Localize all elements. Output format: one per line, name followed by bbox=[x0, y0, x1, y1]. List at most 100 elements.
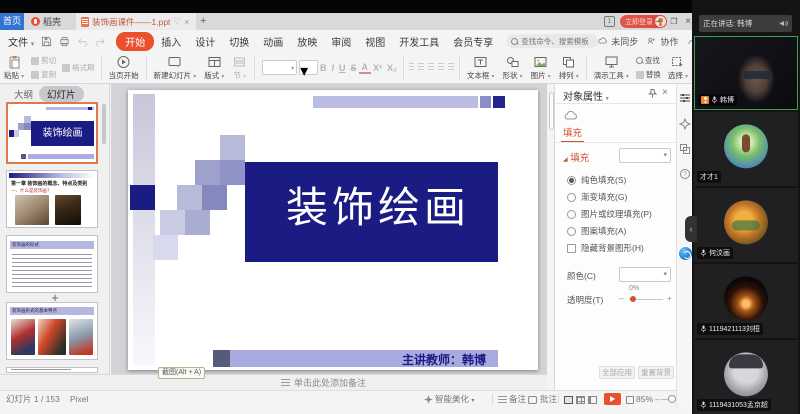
text-box-button[interactable]: 文本框 ▾ bbox=[463, 55, 499, 81]
fill-preset-dropdown[interactable] bbox=[619, 148, 671, 163]
shape-button[interactable]: 形状 ▾ bbox=[498, 55, 526, 81]
new-tab-button[interactable]: + bbox=[200, 15, 206, 27]
notes-toggle[interactable]: 备注 bbox=[498, 391, 526, 407]
pattern-fill-option[interactable]: 图案填充(A) bbox=[567, 225, 626, 237]
bullets-icon[interactable] bbox=[409, 63, 415, 72]
zoom-out-button[interactable]: – bbox=[655, 391, 660, 407]
redo-icon[interactable] bbox=[95, 36, 106, 47]
slide-thumbnail-3[interactable]: 装饰画的形式 bbox=[6, 235, 98, 293]
increase-indent-icon[interactable] bbox=[438, 63, 444, 72]
outline-tab[interactable]: 大纲 bbox=[14, 87, 33, 101]
zoom-fit[interactable]: 85% bbox=[626, 391, 653, 407]
cut-button[interactable]: 剪切 bbox=[31, 55, 56, 66]
slide-editing-area[interactable]: 装饰绘画 主讲教师：韩博 bbox=[111, 84, 547, 374]
section-button[interactable]: 节 ▾ bbox=[228, 55, 251, 81]
save-icon[interactable] bbox=[41, 36, 52, 47]
add-slide-button[interactable]: + bbox=[0, 290, 110, 306]
thumbnail-scrollbar[interactable] bbox=[102, 104, 106, 144]
hide-background-option[interactable]: 隐藏背景图形(H) bbox=[567, 242, 644, 254]
layout-button[interactable]: 版式 ▾ bbox=[200, 55, 228, 81]
copy-button[interactable]: 复制 bbox=[31, 69, 56, 80]
tab-view[interactable]: 视图 bbox=[358, 32, 392, 51]
tab-home[interactable]: 开始 bbox=[116, 32, 154, 51]
italic-button[interactable]: I bbox=[329, 63, 337, 73]
solid-fill-option[interactable]: 纯色填充(S) bbox=[567, 174, 626, 186]
home-tab[interactable]: 首页 bbox=[0, 13, 24, 30]
underline-button[interactable]: U bbox=[337, 63, 349, 73]
collaborate-button[interactable]: 协作 bbox=[647, 35, 678, 48]
reset-background-button[interactable]: 重置背景 bbox=[638, 366, 674, 379]
undo-icon[interactable] bbox=[77, 36, 88, 47]
tab-slideshow[interactable]: 放映 bbox=[290, 32, 324, 51]
zoom-slider-knob[interactable] bbox=[668, 395, 676, 403]
sidebar-collapse-handle[interactable]: ‹ bbox=[685, 216, 697, 242]
picture-fill-radio[interactable] bbox=[567, 210, 576, 219]
paste-button[interactable]: 粘贴 ▾ bbox=[0, 55, 28, 81]
strikethrough-button[interactable]: S bbox=[348, 63, 359, 73]
font-color-button[interactable]: A bbox=[359, 62, 371, 74]
slide-sorter-icon[interactable] bbox=[576, 396, 585, 404]
fill-tab[interactable]: 填充 bbox=[561, 125, 584, 143]
fill-section-header[interactable]: ◢ 填充 bbox=[563, 150, 589, 164]
participant-tile-3[interactable]: 何汶画 bbox=[694, 188, 798, 262]
slide-thumbnail-4[interactable]: 装饰画形式的基本特点 bbox=[6, 302, 98, 360]
tab-design[interactable]: 设计 bbox=[188, 32, 222, 51]
tab-close-icon[interactable]: × bbox=[184, 17, 189, 27]
font-size-select[interactable]: ▾ bbox=[299, 60, 317, 75]
sync-status[interactable]: 未同步 bbox=[598, 35, 638, 48]
presentation-tools-button[interactable]: 演示工具 ▾ bbox=[590, 55, 633, 81]
tab-animation[interactable]: 动画 bbox=[256, 32, 290, 51]
slide-footer-text[interactable]: 主讲教师：韩博 bbox=[402, 351, 486, 368]
apply-all-button[interactable]: 全部应用 bbox=[599, 366, 635, 379]
superscript-button[interactable]: X² bbox=[371, 63, 385, 73]
transparency-plus[interactable]: + bbox=[667, 293, 672, 303]
theme-name[interactable]: Pixel bbox=[70, 391, 88, 407]
pattern-fill-radio[interactable] bbox=[567, 227, 576, 236]
solid-fill-radio[interactable] bbox=[567, 176, 576, 185]
find-button[interactable]: 查找 bbox=[636, 55, 661, 66]
beautify-star-icon[interactable] bbox=[679, 118, 691, 130]
participant-tile-1[interactable]: 韩博 bbox=[694, 36, 798, 110]
slide-thumbnail-1[interactable]: 装饰绘画 bbox=[6, 102, 98, 164]
pin-icon[interactable] bbox=[647, 88, 658, 99]
smart-beautify-button[interactable]: 智能美化 ▾ bbox=[424, 391, 474, 407]
help-icon[interactable]: ? bbox=[679, 168, 691, 180]
replace-button[interactable]: 替换 bbox=[636, 69, 661, 80]
slides-tab[interactable]: 幻灯片 bbox=[39, 86, 84, 102]
ai-assistant-icon[interactable] bbox=[678, 246, 693, 261]
decrease-indent-icon[interactable] bbox=[428, 63, 434, 72]
picture-button[interactable]: 图片 ▾ bbox=[527, 55, 555, 81]
slideshow-play-button[interactable] bbox=[604, 393, 621, 405]
transparency-slider-knob[interactable] bbox=[630, 296, 636, 302]
gradient-fill-option[interactable]: 渐变填充(G) bbox=[567, 191, 627, 203]
new-slide-button[interactable]: 新建幻灯片 ▾ bbox=[150, 55, 201, 81]
tab-transition[interactable]: 切换 bbox=[222, 32, 256, 51]
arrange-button[interactable]: 排列 ▾ bbox=[555, 55, 583, 81]
transparency-minus[interactable]: – bbox=[619, 293, 624, 303]
picture-fill-option[interactable]: 图片或纹理填充(P) bbox=[567, 208, 652, 220]
minimize-button[interactable]: – bbox=[650, 13, 666, 30]
search-input[interactable] bbox=[521, 37, 596, 46]
slide-title[interactable]: 装饰绘画 bbox=[258, 174, 498, 235]
properties-close-icon[interactable]: × bbox=[662, 87, 668, 98]
tab-developer[interactable]: 开发工具 bbox=[392, 32, 446, 51]
window-switch-icon[interactable]: 1 bbox=[604, 16, 615, 27]
tab-member[interactable]: 会员专享 bbox=[446, 32, 500, 51]
participant-tile-2[interactable]: 才才1 bbox=[694, 112, 798, 186]
document-tab[interactable]: 装饰画课件——1.ppt ♡ × bbox=[76, 13, 196, 30]
notes-placeholder[interactable]: 单击此处添加备注 bbox=[281, 376, 366, 389]
gradient-fill-radio[interactable] bbox=[567, 193, 576, 202]
hide-background-checkbox[interactable] bbox=[567, 244, 576, 253]
slide-canvas[interactable]: 装饰绘画 主讲教师：韩博 bbox=[128, 90, 538, 370]
select-button[interactable]: 选择 ▾ bbox=[664, 55, 692, 81]
tab-review[interactable]: 审阅 bbox=[324, 32, 358, 51]
format-painter-button[interactable]: 格式刷 bbox=[62, 62, 95, 73]
subscript-button[interactable]: X₂ bbox=[385, 63, 400, 73]
bold-button[interactable]: B bbox=[318, 63, 330, 73]
numbering-icon[interactable] bbox=[418, 63, 424, 72]
play-from-current-button[interactable]: 当页开始 bbox=[105, 55, 143, 81]
slide-thumbnail-5[interactable] bbox=[6, 367, 98, 373]
command-search[interactable] bbox=[506, 34, 598, 48]
favorite-heart-icon[interactable]: ♡ bbox=[173, 16, 181, 27]
docer-tab[interactable]: 稻壳 bbox=[27, 13, 65, 30]
